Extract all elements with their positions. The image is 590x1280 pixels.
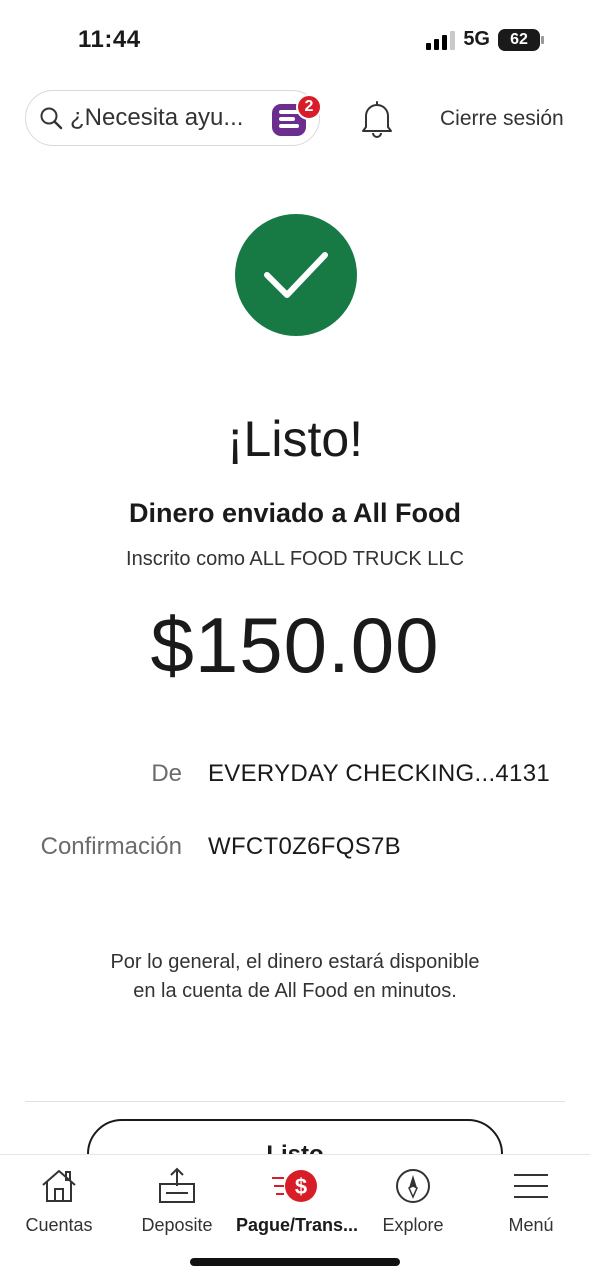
tab-label: Cuentas [25, 1215, 93, 1235]
confirmation-label: Confirmación [40, 833, 182, 860]
network-type: 5G [463, 28, 490, 50]
transfer-amount: $150.00 [150, 601, 440, 689]
home-icon [42, 1170, 76, 1202]
from-account-value: EVERYDAY CHECKING...4131 [208, 760, 551, 787]
logout-link[interactable]: Cierre sesión [440, 107, 564, 131]
tab-deposite[interactable]: Deposite [118, 1163, 236, 1236]
recipient-summary: Dinero enviado a All Food [128, 498, 462, 528]
tab-label: Deposite [141, 1215, 213, 1235]
divider [25, 1101, 565, 1102]
transfer-confirmation-screen: 11:44 5G 62 ¿Necesita ayu... 2 Cierre se… [0, 0, 590, 1280]
tab-menu[interactable]: Menú [472, 1163, 590, 1236]
status-indicators: 5G 62 [426, 28, 544, 51]
home-indicator[interactable] [190, 1258, 400, 1266]
availability-note: Por lo general, el dinero estará disponi… [110, 951, 480, 1002]
status-time: 11:44 [78, 26, 141, 53]
tab-cuentas[interactable]: Cuentas [0, 1163, 118, 1236]
search-placeholder: ¿Necesita ayu... [70, 104, 244, 131]
tab-pague-transfiera[interactable]: $ Pague/Trans... [236, 1163, 359, 1236]
compass-icon [396, 1169, 430, 1203]
tab-label: Pague/Trans... [236, 1215, 359, 1235]
success-check-icon [235, 214, 357, 336]
battery-icon: 62 [498, 28, 544, 51]
from-label: De [151, 760, 182, 787]
hamburger-menu-icon [514, 1174, 548, 1198]
deposit-icon [159, 1167, 195, 1203]
recipient-enrolled-name: Inscrito como ALL FOOD TRUCK LLC [126, 548, 464, 570]
assistant-badge: 2 [296, 94, 322, 120]
search-icon [40, 107, 63, 130]
signal-icon [426, 30, 456, 50]
page-title: ¡Listo! [226, 411, 364, 467]
tab-explore[interactable]: Explore [354, 1163, 472, 1236]
confirmation-number-value: WFCT0Z6FQS7B [208, 833, 401, 860]
notifications-bell-icon[interactable] [360, 100, 394, 138]
svg-text:$: $ [295, 1174, 307, 1199]
tab-label: Explore [382, 1215, 444, 1235]
pay-transfer-icon: $ [272, 1170, 317, 1202]
tab-label: Menú [508, 1215, 554, 1235]
